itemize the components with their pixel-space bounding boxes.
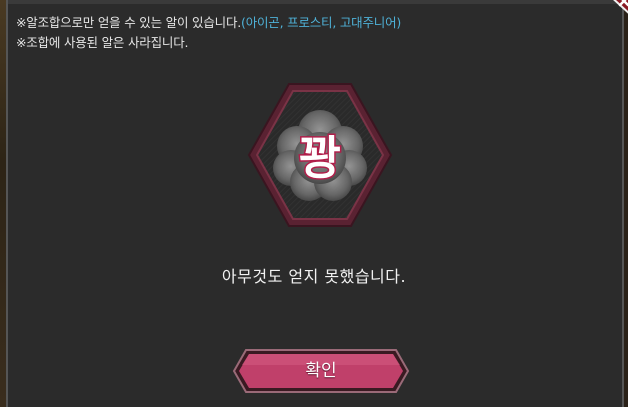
note-1-text: ※알조합으로만 얻을 수 있는 알이 있습니다. (16, 15, 242, 30)
confirm-button-label: 확인 (305, 361, 337, 381)
result-message: 아무것도 얻지 못했습니다. (221, 267, 407, 286)
combination-note-2: ※조합에 사용된 알은 사라집니다. (16, 35, 189, 50)
note-1-egg-list: (아이곤, 프로스티, 고대주니어) (241, 15, 402, 30)
close-icon[interactable] (602, 0, 628, 20)
confirm-button[interactable]: 확인 (232, 348, 410, 394)
combination-note-1: ※알조합으로만 얻을 수 있는 알이 있습니다.(아이곤, 프로스티, 고대주니… (16, 12, 401, 31)
badge-text: 꽝 (299, 131, 341, 185)
dialog-top-edge (8, 0, 622, 4)
fail-result-badge: 꽝 (247, 83, 393, 227)
